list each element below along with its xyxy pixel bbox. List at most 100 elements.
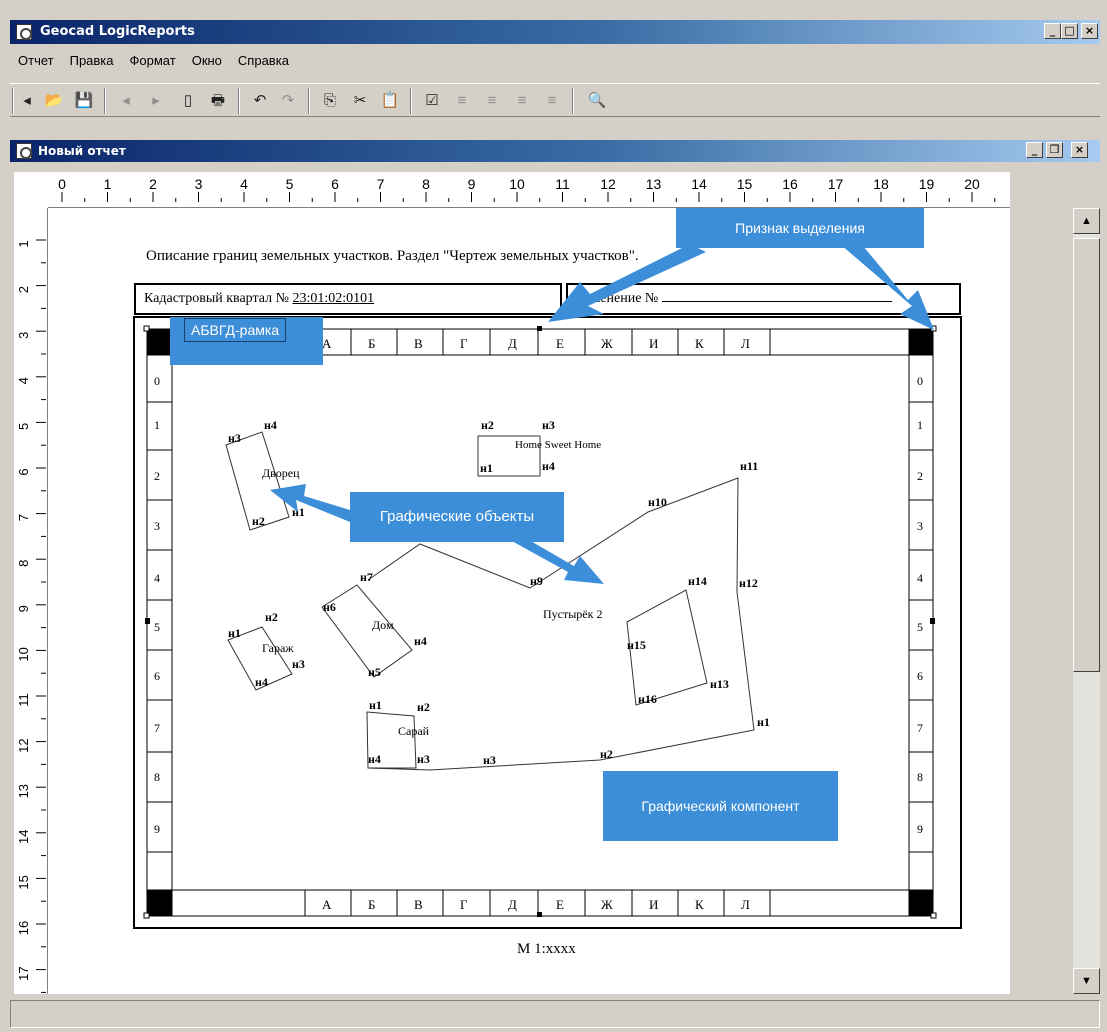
point-label: н9 [530,574,543,588]
frame-letter: Д [508,897,517,912]
selection-handle[interactable] [930,325,937,332]
scale-label: М 1:хххх [517,941,576,957]
frame-letter: К [695,897,704,912]
selection-handle[interactable] [930,912,937,919]
frame-corner-br [909,890,933,916]
callout-component: Графический компонент [603,771,838,841]
frame-letter: Е [556,336,564,351]
frame-letter: Ж [601,336,613,351]
frame-number: 7 [154,721,160,735]
app-window: Geocad LogicReports _ □ × Отчет Правка Фор… [0,0,1107,1032]
point-label: н5 [368,665,381,679]
frame-letter: Ж [601,897,613,912]
object-label-shed: Сарай [398,724,430,738]
point-label: н2 [252,514,265,528]
frame-number: 9 [154,822,160,836]
frame-letter: Л [741,897,750,912]
point-label: н4 [255,675,268,689]
frame-letter: Б [368,897,376,912]
point-label: н12 [739,576,758,590]
selection-handle[interactable] [143,325,150,332]
object-label-wasteland: Пустырёк 2 [543,607,603,621]
selection-handle[interactable] [537,326,542,331]
frame-letter: И [649,897,659,912]
point-label: н1 [757,715,770,729]
frame-number: 9 [917,822,923,836]
frame-letter: И [649,336,659,351]
point-label: н3 [228,431,241,445]
point-label: н3 [542,418,555,432]
selection-handle[interactable] [143,912,150,919]
point-label: н1 [369,698,382,712]
frame-corner-tr [909,329,933,355]
frame-number: 6 [917,669,923,683]
frame-letter: Б [368,336,376,351]
point-label: н4 [542,459,555,473]
scroll-up-button[interactable]: ▲ [1073,208,1100,234]
frame-number: 6 [154,669,160,683]
frame-number: 4 [917,571,923,585]
frame-letter: Г [460,897,468,912]
frame-letter: Г [460,336,468,351]
frame-letter: А [322,336,332,351]
frame-number: 3 [154,519,160,533]
frame-corner-tl [147,329,172,355]
frame-number: 5 [154,620,160,634]
point-label: н2 [417,700,430,714]
point-label: н4 [368,752,381,766]
point-label: н4 [264,418,277,432]
selection-handle[interactable] [537,912,542,917]
point-label: н16 [638,692,657,706]
callout-selection: Признак выделения [676,208,924,248]
frame-number: 0 [154,374,160,388]
point-label: н1 [228,626,241,640]
status-bar [10,1000,1100,1028]
point-label: н14 [688,574,707,588]
object-house[interactable] [321,584,413,678]
frame-letter: В [414,336,423,351]
point-label: н2 [481,418,494,432]
frame-number: 3 [917,519,923,533]
callout-objects: Графические объекты [350,492,564,542]
callout-frame-label: АБВГД-рамка [184,318,287,342]
frame-number: 0 [917,374,923,388]
point-label: н2 [265,610,278,624]
frame-number: 2 [917,469,923,483]
object-label-home: Home Sweet Home [515,439,602,451]
point-label: н15 [627,638,646,652]
selection-handle[interactable] [930,618,935,624]
frame-letter: А [322,897,332,912]
frame-number: 2 [154,469,160,483]
callout-frame: АБВГД-рамка [170,317,323,365]
point-label: н3 [483,753,496,767]
frame-letter: Л [741,336,750,351]
frame-number: 5 [917,620,923,634]
point-label: н7 [360,570,373,584]
point-label: н1 [292,505,305,519]
frame-number: 1 [154,418,160,432]
point-label: н3 [417,752,430,766]
frame-number: 8 [154,770,160,784]
frame-letter: Д [508,336,517,351]
point-label: н6 [323,600,336,614]
frame-letter: В [414,897,423,912]
selection-handle[interactable] [145,618,150,624]
frame-number: 1 [917,418,923,432]
vertical-scrollbar[interactable]: ▲ ▼ [1073,208,1100,994]
point-label: н3 [292,657,305,671]
object-label-garage: Гараж [262,641,294,655]
object-label-house: Дом [372,618,394,632]
point-label: н4 [414,634,427,648]
frame-number: 4 [154,571,160,585]
scroll-down-button[interactable]: ▼ [1073,968,1100,994]
frame-letter: К [695,336,704,351]
point-label: н11 [740,459,759,473]
frame-letter: Е [556,897,564,912]
point-label: н1 [480,461,493,475]
frame-number: 7 [917,721,923,735]
frame-number: 8 [917,770,923,784]
scroll-thumb[interactable] [1073,238,1100,672]
object-label-palace: Дворец [262,466,300,480]
frame-corner-bl [147,890,172,916]
point-label: н2 [600,747,613,761]
